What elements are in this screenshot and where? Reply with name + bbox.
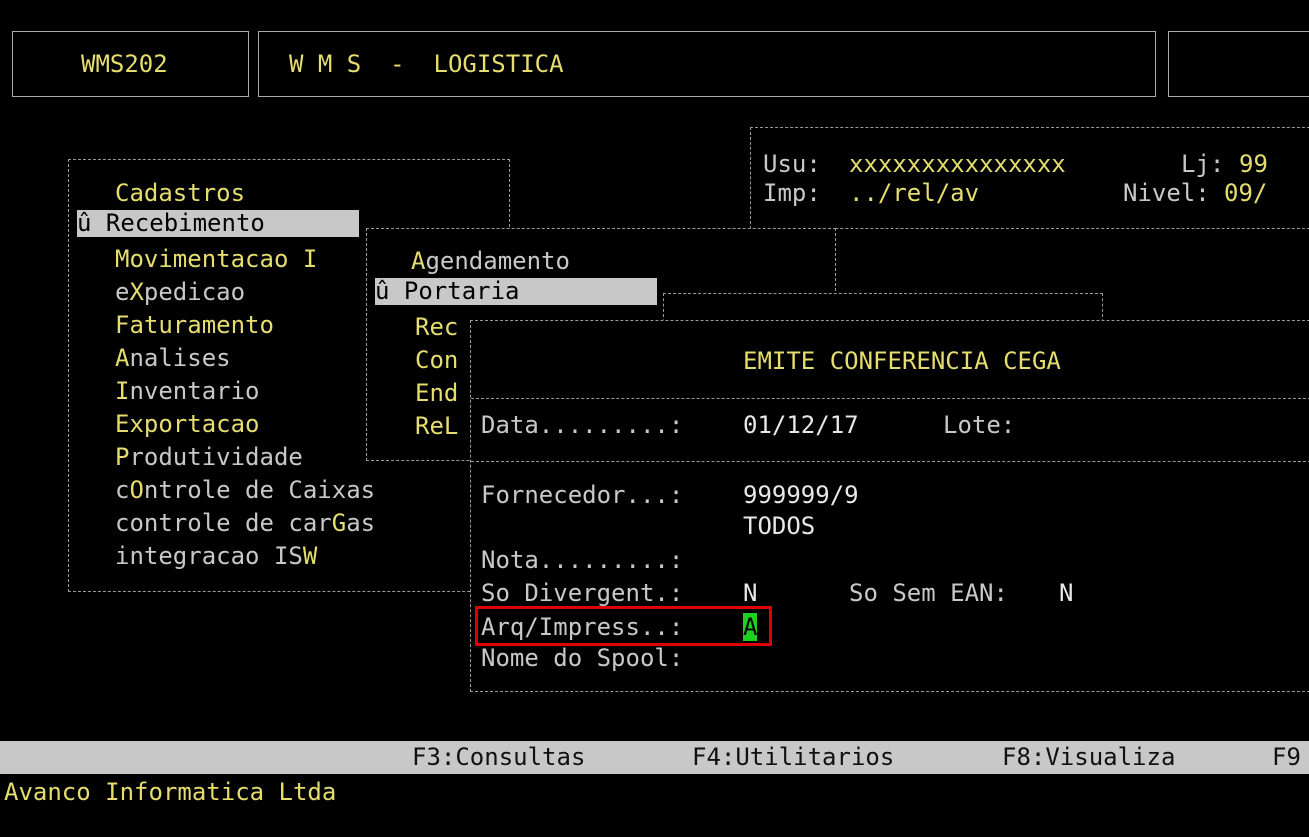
dialog-title: EMITE CONFERENCIA CEGA: [743, 347, 1061, 375]
company-name: Avanco Informatica Ltda: [4, 778, 337, 806]
nivel-label: Nivel:: [1123, 179, 1210, 207]
so-sem-ean-label: So Sem EAN:: [849, 579, 1008, 607]
data-label: Data.........:: [481, 411, 684, 439]
user-info-box: Usu: xxxxxxxxxxxxxxx Lj: 99 Imp: ../rel/…: [750, 127, 1309, 229]
dialog-divider-1: [471, 398, 1309, 399]
lote-label: Lote:: [943, 411, 1016, 439]
selection-marker-icon: û: [77, 209, 106, 237]
menu-item-cadastros[interactable]: Cadastros: [115, 177, 245, 210]
menu-item-faturamento[interactable]: Faturamento: [115, 309, 274, 342]
data-field[interactable]: 01/12/17: [743, 409, 859, 442]
submenu-item-rel[interactable]: ReL: [415, 410, 458, 443]
menu-item-exportacao[interactable]: Exportacao: [115, 408, 260, 441]
nota-label: Nota.........:: [481, 546, 684, 574]
f8-visualiza-key[interactable]: F8:Visualiza: [1002, 741, 1175, 774]
submenu-item-rec[interactable]: Rec: [415, 311, 458, 344]
nome-spool-label: Nome do Spool:: [481, 644, 684, 672]
app-title-box: W M S - LOGISTICA: [258, 31, 1156, 97]
menu-item-inventario[interactable]: Inventario: [115, 375, 260, 408]
imp-label: Imp:: [763, 179, 821, 207]
fornecedor-field[interactable]: 999999/9: [743, 479, 859, 512]
so-sem-ean-field[interactable]: N: [1059, 577, 1073, 610]
focus-highlight: [475, 606, 772, 646]
menu-item-analises[interactable]: Analises: [115, 342, 231, 375]
f9-key[interactable]: F9: [1272, 741, 1301, 774]
menu-item-produtividade[interactable]: Produtividade: [115, 441, 303, 474]
program-code-box: WMS202: [12, 31, 249, 97]
submenu-item-agendamento[interactable]: Agendamento: [411, 245, 570, 278]
menu-item-controle-caixas[interactable]: cOntrole de Caixas: [115, 474, 375, 507]
dialog-divider-2: [471, 461, 1309, 462]
menu-item-movimentacao[interactable]: Movimentacao I: [115, 243, 317, 276]
fornecedor-label: Fornecedor...:: [481, 481, 684, 509]
f4-utilitarios-key[interactable]: F4:Utilitarios: [692, 741, 894, 774]
submenu-item-end[interactable]: End: [415, 377, 458, 410]
app-title: W M S - LOGISTICA: [289, 50, 564, 78]
menu-item-integracao[interactable]: integracao ISW: [115, 540, 317, 573]
selection-marker-icon: û: [375, 277, 404, 305]
nivel-value: 09/: [1224, 179, 1268, 207]
menu-item-recebimento[interactable]: û Recebimento: [77, 210, 359, 237]
program-code: WMS202: [81, 50, 168, 78]
function-key-bar: F3:Consultas F4:Utilitarios F8:Visualiza…: [0, 741, 1309, 774]
f3-consultas-key[interactable]: F3:Consultas: [412, 741, 585, 774]
fornecedor-name: TODOS: [743, 512, 816, 540]
header-right-box: [1168, 31, 1309, 97]
menu-item-controle-cargas[interactable]: controle de carGas: [115, 507, 375, 540]
imp-value: ../rel/av: [849, 179, 980, 207]
submenu-item-con[interactable]: Con: [415, 344, 458, 377]
submenu-item-portaria[interactable]: û Portaria: [375, 278, 657, 305]
menu-item-expedicao[interactable]: eXpedicao: [115, 276, 245, 309]
